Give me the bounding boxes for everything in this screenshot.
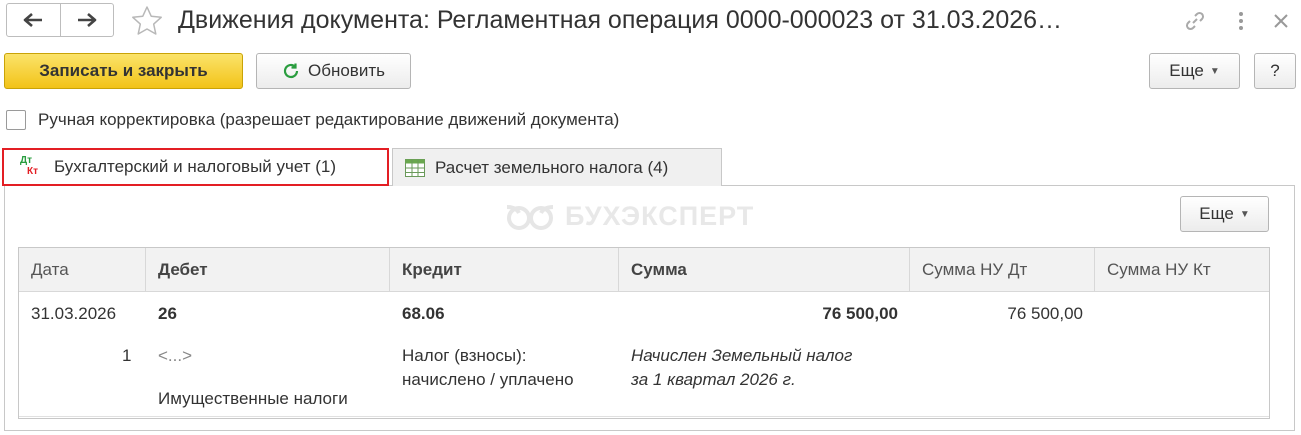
panel-more-button[interactable]: Еще ▼ (1180, 196, 1269, 232)
kt-text: Кт (27, 166, 39, 177)
watermark-text: БУХЭКСПЕРТ (565, 200, 755, 231)
col-amount[interactable]: Сумма (619, 248, 910, 292)
cell-content-line1: Начислен Земельный налог (631, 346, 853, 365)
tab-accounting-label: Бухгалтерский и налоговый учет (1) (54, 157, 337, 176)
cell-amount-nu-dt: 76 500,00 (1007, 304, 1083, 323)
refresh-icon (283, 63, 299, 79)
chevron-down-icon: ▼ (1209, 65, 1220, 77)
more-label: Еще (1169, 61, 1204, 80)
manual-correction-label: Ручная корректировка (разрешает редактир… (38, 110, 620, 129)
chevron-down-icon: ▼ (1239, 208, 1250, 220)
close-icon[interactable] (1268, 8, 1294, 34)
movements-table: Дата Дебет Кредит Сумма Сумма НУ Дт Сумм… (18, 247, 1270, 419)
arrow-left-icon (23, 13, 43, 27)
manual-correction-row: Ручная корректировка (разрешает редактир… (6, 108, 619, 132)
manual-correction-checkbox[interactable] (6, 110, 26, 130)
col-amount-nu-dt[interactable]: Сумма НУ Дт (910, 248, 1095, 292)
cell-credit-subconto-line2: начислено / уплачено (402, 370, 574, 389)
more-button[interactable]: Еще ▼ (1149, 53, 1240, 89)
cell-credit-account: 68.06 (402, 304, 445, 323)
panel-more-label: Еще (1199, 204, 1234, 223)
col-credit[interactable]: Кредит (390, 248, 619, 292)
link-icon[interactable] (1182, 8, 1208, 34)
dt-text: Дт (20, 155, 33, 166)
col-amount-nu-kt[interactable]: Сумма НУ Кт (1095, 248, 1269, 292)
cell-credit-subconto-line1: Налог (взносы): (402, 346, 527, 365)
tab-land-tax[interactable]: Расчет земельного налога (4) (392, 148, 722, 186)
nav-group (6, 3, 114, 37)
row-divider (19, 416, 1269, 417)
cell-debit-subconto1: <...> (158, 346, 193, 365)
arrow-right-icon (77, 13, 97, 27)
watermark-logo-icon (506, 205, 554, 230)
save-and-close-button[interactable]: Записать и закрыть (4, 53, 243, 89)
back-button[interactable] (7, 4, 60, 36)
cell-line-no: 1 (122, 346, 132, 365)
cell-debit-subconto2: Имущественные налоги (158, 389, 348, 408)
cell-amount: 76 500,00 (822, 304, 898, 323)
dt-kt-icon: Дт Кт (18, 154, 44, 180)
refresh-label: Обновить (308, 61, 385, 80)
cell-content-line2: за 1 квартал 2026 г. (631, 370, 796, 389)
col-date[interactable]: Дата (19, 248, 146, 292)
col-debit[interactable]: Дебет (146, 248, 390, 292)
favorite-star-icon[interactable] (131, 5, 163, 37)
refresh-button[interactable]: Обновить (256, 53, 411, 89)
title-bar: Движения документа: Регламентная операци… (0, 0, 1301, 42)
cell-date: 31.03.2026 (31, 304, 117, 323)
watermark: БУХЭКСПЕРТ (505, 198, 754, 234)
table-icon (405, 158, 425, 177)
window-title: Движения документа: Регламентная операци… (178, 6, 1063, 34)
help-button[interactable]: ? (1254, 53, 1296, 89)
more-vertical-icon[interactable] (1228, 8, 1254, 34)
forward-button[interactable] (59, 4, 114, 36)
table-header: Дата Дебет Кредит Сумма Сумма НУ Дт Сумм… (19, 248, 1269, 292)
tab-land-tax-label: Расчет земельного налога (4) (435, 157, 669, 177)
tab-accounting[interactable]: Дт Кт Бухгалтерский и налоговый учет (1) (2, 148, 389, 186)
cell-debit-account: 26 (158, 304, 177, 323)
